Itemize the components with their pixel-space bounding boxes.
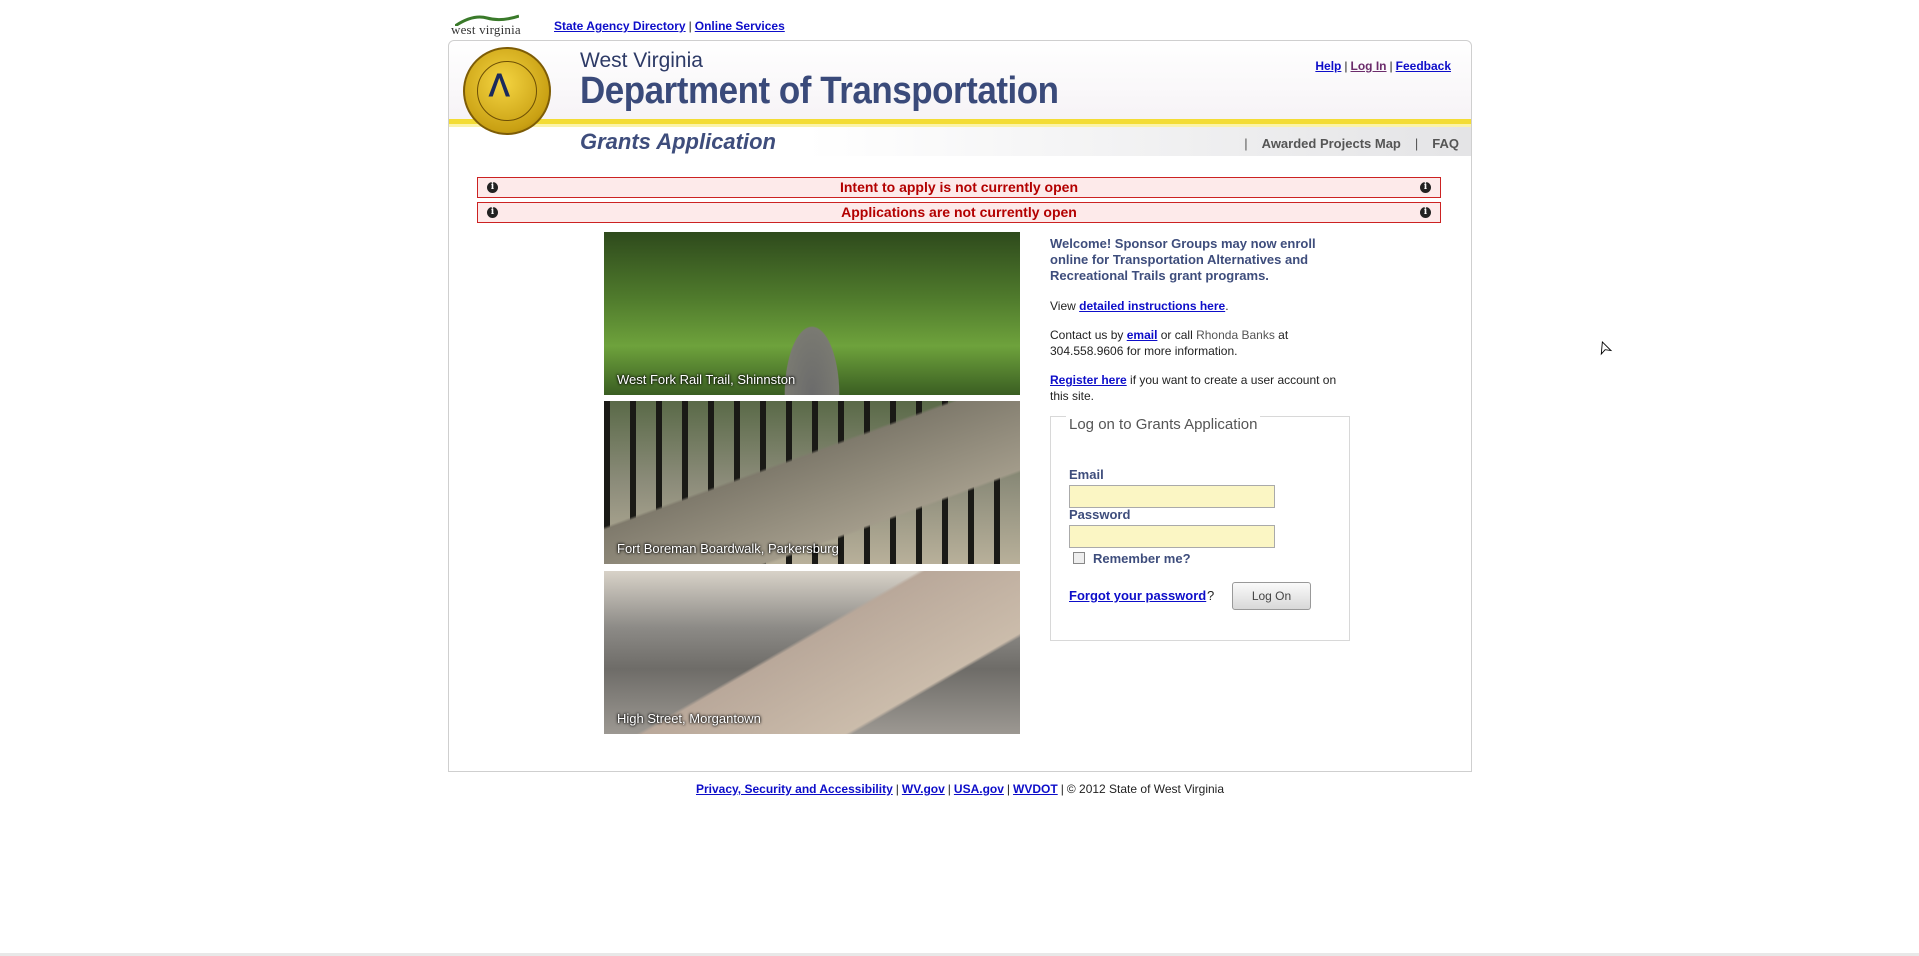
info-icon[interactable]: i [487,207,498,218]
separator: | [1244,136,1248,151]
alert-applications-closed: i Applications are not currently open i [477,202,1441,223]
separator: | [895,782,899,796]
footer: Privacy, Security and Accessibility | WV.g… [449,782,1471,796]
footer-privacy-link[interactable]: Privacy, Security and Accessibility [696,782,893,796]
separator: | [1344,59,1348,73]
separator: | [1389,59,1393,73]
password-field[interactable] [1069,525,1275,548]
instructions-line: View detailed instructions here. [1050,298,1350,314]
photo-west-fork-rail-trail: West Fork Rail Trail, Shinnston [604,232,1020,395]
info-icon[interactable]: i [1420,182,1431,193]
help-link[interactable]: Help [1315,59,1341,73]
log-on-button[interactable]: Log On [1232,582,1311,610]
state-topbar: west virginia State Agency Directory | Onl… [449,12,949,38]
wvdot-seal-logo[interactable]: ᐱ [463,47,551,135]
photo-fort-boreman-boardwalk: Fort Boreman Boardwalk, Parkersburg [604,401,1020,564]
register-line: Register here if you want to create a us… [1050,372,1350,404]
org-title: Department of Transportation [580,70,1059,112]
register-link[interactable]: Register here [1050,373,1127,387]
separator: | [688,19,692,33]
remember-me-checkbox[interactable] [1073,552,1085,564]
photo-caption: West Fork Rail Trail, Shinnston [617,372,796,387]
subnav-awarded-projects-map[interactable]: Awarded Projects Map [1262,136,1401,151]
contact-prefix: Contact us by [1050,328,1127,342]
online-services-link[interactable]: Online Services [695,19,785,33]
footer-copyright: © 2012 State of West Virginia [1066,782,1224,796]
email-field[interactable] [1069,485,1275,508]
west-virginia-logo[interactable]: west virginia [449,12,543,38]
info-icon[interactable]: i [487,182,498,193]
instructions-prefix: View [1050,299,1080,313]
forgot-password-link[interactable]: Forgot your password [1069,588,1206,603]
instructions-suffix: . [1225,299,1229,313]
seal-emblem-icon: ᐱ [489,70,510,103]
subnav: | Awarded Projects Map | FAQ [1230,136,1459,151]
alert-intent-closed: i Intent to apply is not currently open … [477,177,1441,198]
app-title: Grants Application [580,129,776,154]
welcome-message: Welcome! Sponsor Groups may now enroll o… [1050,236,1316,283]
separator: | [1414,136,1419,151]
photo-high-street: High Street, Morgantown [604,571,1020,734]
separator: | [1006,782,1011,796]
photo-caption: High Street, Morgantown [617,711,761,726]
contact-line: Contact us by email or call Rhonda Banks… [1050,327,1350,359]
log-in-link[interactable]: Log In [1351,59,1387,73]
contact-mid: or call [1157,328,1197,342]
remember-me-label[interactable]: Remember me? [1093,551,1191,566]
subnav-faq[interactable]: FAQ [1432,136,1459,151]
footer-wvdot-link[interactable]: WVDOT [1013,782,1058,796]
email-label: Email [1069,467,1104,482]
footer-usagov-link[interactable]: USA.gov [954,782,1004,796]
utility-links: Help | Log In | Feedback [1315,59,1451,73]
feedback-link[interactable]: Feedback [1396,59,1451,73]
state-agency-directory-link[interactable]: State Agency Directory [554,19,686,33]
contact-name: Rhonda Banks [1196,328,1275,342]
forgot-password-suffix: ? [1207,588,1215,603]
mouse-cursor-icon: ➤ [1593,338,1615,358]
password-label: Password [1069,507,1131,522]
info-icon[interactable]: i [1420,207,1431,218]
login-legend: Log on to Grants Application [1066,416,1261,433]
separator: | [1060,782,1064,796]
separator: | [947,782,951,796]
alert-text: Applications are not currently open [841,204,1077,220]
detailed-instructions-link[interactable]: detailed instructions here [1079,299,1225,313]
alert-text: Intent to apply is not currently open [839,179,1078,195]
west-virginia-logo-text: west virginia [451,22,521,37]
footer-wvgov-link[interactable]: WV.gov [902,782,945,796]
email-link[interactable]: email [1127,328,1158,342]
state-links: State Agency Directory | Online Services [554,19,785,33]
photo-caption: Fort Boreman Boardwalk, Parkersburg [617,541,839,556]
